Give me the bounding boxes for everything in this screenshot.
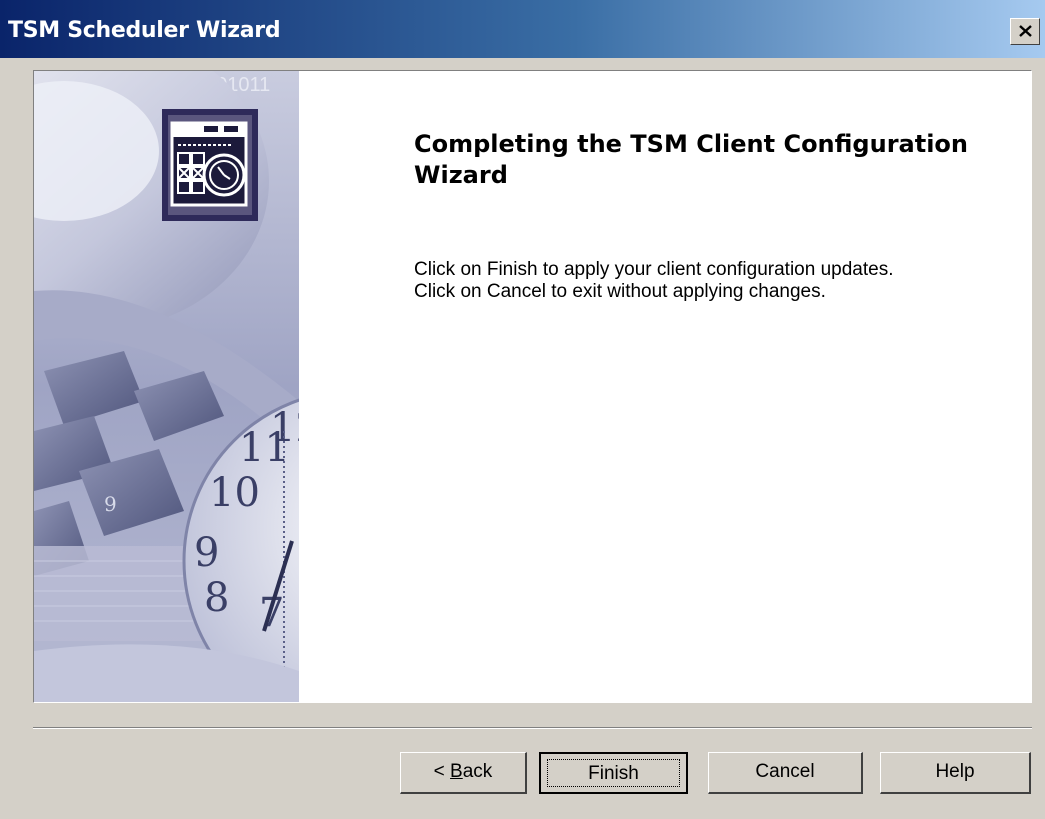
svg-text:10: 10 — [209, 470, 260, 516]
page-heading: Completing the TSM Client Configuration … — [414, 130, 969, 189]
separator — [33, 727, 1032, 729]
help-button[interactable]: Help — [880, 752, 1031, 794]
svg-text:12: 12 — [270, 405, 299, 451]
back-button-prefix: < — [433, 761, 451, 782]
finish-button-label: Finish — [547, 759, 680, 787]
close-button[interactable] — [1010, 18, 1040, 45]
svg-text:9: 9 — [104, 492, 117, 516]
svg-text:9: 9 — [194, 530, 219, 576]
finish-button[interactable]: Finish — [539, 752, 688, 794]
description: Click on Finish to apply your client con… — [414, 259, 1014, 303]
close-icon — [1019, 25, 1032, 37]
side-illustration: 1100101011 9 — [34, 71, 299, 702]
title-bar[interactable]: TSM Scheduler Wizard — [0, 0, 1045, 58]
back-button[interactable]: < Back — [400, 752, 527, 794]
wizard-content-panel: 1100101011 9 — [33, 70, 1032, 703]
description-line-cancel: Click on Cancel to exit without applying… — [414, 281, 826, 302]
back-button-mnemonic: B — [450, 761, 463, 782]
wizard-window: TSM Scheduler Wizard 9 11 10 9 8 7 1 Com… — [0, 0, 1045, 819]
window-title: TSM Scheduler Wizard — [8, 18, 281, 43]
back-button-label: ack — [462, 761, 493, 782]
svg-text:8: 8 — [204, 575, 229, 621]
calendar-clock-icon — [162, 109, 258, 221]
cancel-button[interactable]: Cancel — [708, 752, 863, 794]
description-line-finish: Click on Finish to apply your client con… — [414, 259, 894, 280]
